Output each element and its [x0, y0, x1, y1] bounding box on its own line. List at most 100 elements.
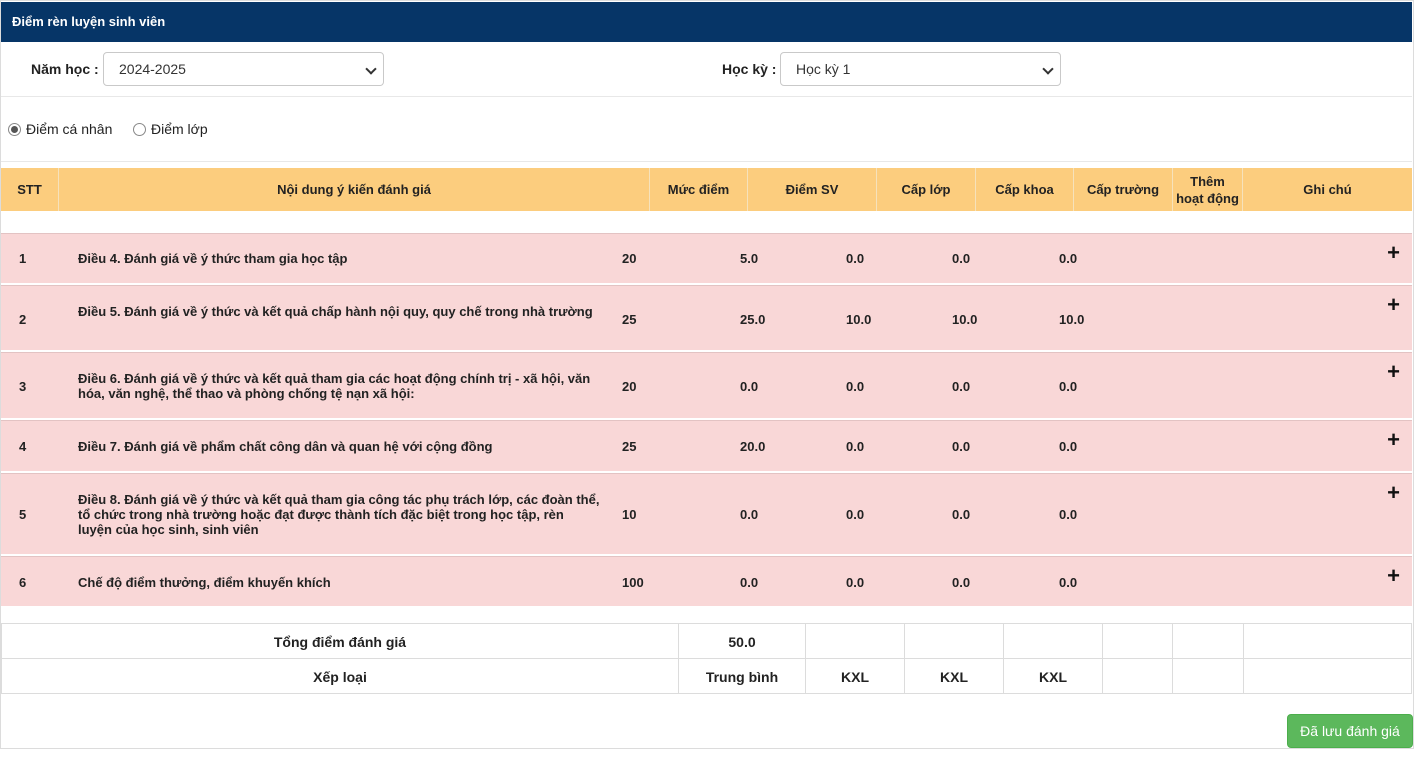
row-sv: 25.0 [740, 312, 766, 327]
summary-empty-cell [1103, 624, 1173, 659]
row-khoa: 0.0 [952, 379, 971, 394]
row-sv: 0.0 [740, 507, 759, 522]
row-content: Điều 5. Đánh giá về ý thức và kết quả ch… [78, 304, 593, 319]
table-header: STT Nội dung ý kiến đánh giá Mức điểm Đi… [1, 168, 1412, 211]
save-evaluation-button[interactable]: Đã lưu đánh giá [1287, 714, 1413, 748]
row-truong: 0.0 [1059, 439, 1078, 454]
radio-personal-label: Điểm cá nhân [26, 121, 113, 137]
table-row: 6 Chế độ điểm thưởng, điểm khuyến khích … [1, 556, 1412, 606]
row-max: 25 [622, 312, 637, 327]
semester-select[interactable]: Học kỳ 1 [780, 52, 1061, 86]
table-row: 5 Điều 8. Đánh giá về ý thức và kết quả … [1, 473, 1412, 554]
row-content: Điều 6. Đánh giá về ý thức và kết quả th… [78, 371, 591, 401]
radio-personal-score[interactable]: Điểm cá nhân [8, 121, 112, 137]
col-header-khoa: Cấp khoa [976, 168, 1074, 211]
filter-bar: Năm học : 2024-2025 Học kỳ : Học kỳ 1 [1, 42, 1412, 97]
row-max: 100 [622, 575, 644, 590]
col-header-them: Thêm hoạt động [1173, 168, 1243, 211]
semester-label: Học kỳ : [722, 61, 777, 77]
plus-icon[interactable]: + [1387, 361, 1400, 383]
row-content: Điều 8. Đánh giá về ý thức và kết quả th… [78, 492, 600, 537]
summary-empty-cell [1004, 624, 1103, 659]
radio-class-score[interactable]: Điểm lớp [133, 121, 208, 137]
rank-sv: Trung bình [679, 659, 806, 694]
row-lop: 0.0 [846, 439, 865, 454]
row-khoa: 0.0 [952, 575, 971, 590]
row-truong: 0.0 [1059, 575, 1078, 590]
table-row: 4 Điều 7. Đánh giá về phẩm chất công dân… [1, 420, 1412, 471]
semester-select-value: Học kỳ 1 [796, 61, 851, 77]
col-header-sv: Điểm SV [748, 168, 877, 211]
summary-table: Tổng điểm đánh giá 50.0 Xếp loại Trung b… [1, 623, 1412, 694]
rank-label: Xếp loại [2, 659, 679, 694]
row-stt: 1 [19, 251, 27, 266]
row-lop: 0.0 [846, 379, 865, 394]
col-header-truong: Cấp trường [1074, 168, 1173, 211]
rank-lop: KXL [806, 659, 905, 694]
row-content: Chế độ điểm thưởng, điểm khuyến khích [78, 575, 331, 590]
total-value: 50.0 [679, 624, 806, 659]
radio-class-label: Điểm lớp [151, 121, 208, 137]
summary-row-rank: Xếp loại Trung bình KXL KXL KXL [2, 659, 1411, 694]
row-lop: 10.0 [846, 312, 872, 327]
summary-empty-cell [1173, 659, 1244, 694]
row-max: 25 [622, 439, 637, 454]
col-header-them-line1: Thêm [1190, 173, 1225, 189]
page-title: Điểm rèn luyện sinh viên [12, 14, 166, 29]
row-stt: 2 [19, 312, 27, 327]
col-header-them-line2: hoạt động [1176, 190, 1239, 206]
year-select[interactable]: 2024-2025 [103, 52, 384, 86]
row-max: 10 [622, 507, 637, 522]
table-row: 2 Điều 5. Đánh giá về ý thức và kết quả … [1, 285, 1412, 350]
col-header-max: Mức điểm [650, 168, 748, 211]
row-stt: 5 [19, 507, 27, 522]
radio-checked-icon[interactable] [8, 122, 21, 136]
summary-row-total: Tổng điểm đánh giá 50.0 [2, 624, 1411, 659]
summary-empty-cell [806, 624, 905, 659]
row-max: 20 [622, 379, 637, 394]
row-content: Điều 7. Đánh giá về phẩm chất công dân v… [78, 439, 493, 454]
summary-empty-cell [1103, 659, 1173, 694]
row-stt: 4 [19, 439, 27, 454]
col-header-note: Ghi chú [1303, 182, 1352, 197]
row-sv: 0.0 [740, 575, 759, 590]
row-khoa: 0.0 [952, 439, 971, 454]
row-truong: 0.0 [1059, 507, 1078, 522]
plus-icon[interactable]: + [1387, 294, 1400, 316]
rank-khoa: KXL [905, 659, 1004, 694]
plus-icon[interactable]: + [1387, 242, 1400, 264]
plus-icon[interactable]: + [1387, 565, 1400, 587]
row-khoa: 0.0 [952, 507, 971, 522]
plus-icon[interactable]: + [1387, 429, 1400, 451]
row-truong: 0.0 [1059, 379, 1078, 394]
row-stt: 3 [19, 379, 27, 394]
col-header-content: Nội dung ý kiến đánh giá [59, 168, 650, 211]
chevron-down-icon [365, 63, 377, 75]
plus-icon[interactable]: + [1387, 482, 1400, 504]
row-khoa: 10.0 [952, 312, 978, 327]
row-sv: 5.0 [740, 251, 759, 266]
year-label: Năm học : [31, 61, 99, 77]
row-sv: 0.0 [740, 379, 759, 394]
table-row: 1 Điều 4. Đánh giá về ý thức tham gia họ… [1, 233, 1412, 283]
row-max: 20 [622, 251, 637, 266]
chevron-down-icon [1042, 63, 1054, 75]
score-mode-group: Điểm cá nhân Điểm lớp [1, 97, 1412, 162]
row-stt: 6 [19, 575, 27, 590]
radio-unchecked-icon[interactable] [133, 122, 146, 136]
col-header-lop: Cấp lớp [877, 168, 976, 211]
year-select-value: 2024-2025 [119, 61, 186, 77]
summary-empty-cell [905, 624, 1004, 659]
table-row: 3 Điều 6. Đánh giá về ý thức và kết quả … [1, 352, 1412, 418]
row-lop: 0.0 [846, 507, 865, 522]
row-sv: 20.0 [740, 439, 766, 454]
row-truong: 0.0 [1059, 251, 1078, 266]
row-lop: 0.0 [846, 575, 865, 590]
total-label: Tổng điểm đánh giá [2, 624, 679, 659]
summary-empty-cell [1173, 624, 1244, 659]
row-truong: 10.0 [1059, 312, 1085, 327]
page-header: Điểm rèn luyện sinh viên [1, 2, 1412, 42]
row-khoa: 0.0 [952, 251, 971, 266]
row-lop: 0.0 [846, 251, 865, 266]
col-header-stt: STT [1, 168, 59, 211]
